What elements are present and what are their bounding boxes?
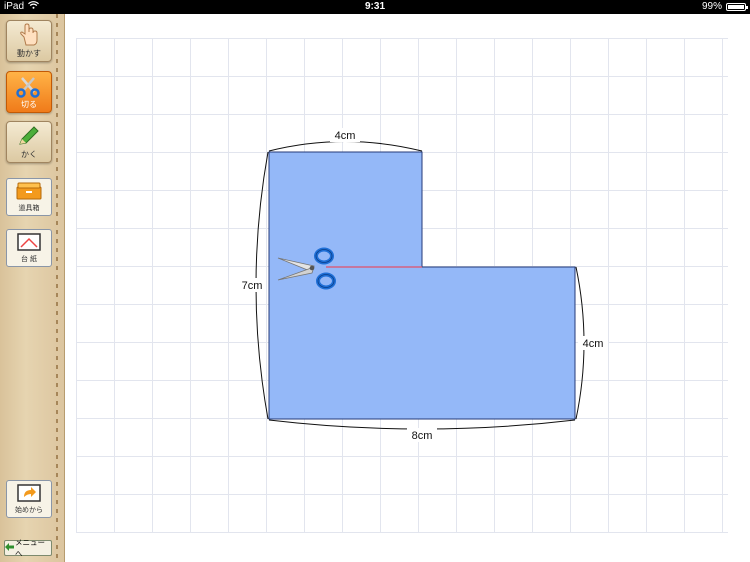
l-shape[interactable] [268,151,576,420]
dim-top-label: 4cm [335,130,356,142]
scissors-icon [16,72,42,99]
sidebar-stitch [56,14,58,562]
status-bar: iPad 9:31 99% [0,0,750,14]
tool-move-label: 動かす [17,49,41,58]
toolbox-label: 道具箱 [18,205,40,212]
hand-icon [18,21,40,48]
tool-draw-label: かく [21,150,37,159]
tool-cut-button[interactable]: 切る [6,71,52,113]
board-button[interactable]: 台 紙 [6,229,52,267]
dim-right-label: 4cm [583,338,604,350]
tool-cut-label: 切る [21,100,37,109]
back-arrow-icon [5,543,14,553]
menu-label: メニューへ [15,538,45,558]
pencil-icon [17,122,41,149]
board-label: 台 紙 [21,256,37,263]
tool-draw-button[interactable]: かく [6,121,52,163]
toolbox-button[interactable]: 道具箱 [6,178,52,216]
restart-label: 始めから [15,507,43,514]
battery-percent: 99% [701,1,722,12]
clock: 9:31 [364,1,385,12]
battery-icon [726,2,748,11]
dim-left-label: 7cm [242,280,263,292]
board-icon [16,230,42,254]
menu-button[interactable]: メニューへ [4,538,52,558]
restart-button[interactable]: 始めから [6,480,52,518]
dim-bottom-label: 8cm [412,430,433,442]
app-window: 動かす 切る かく 道具箱 台 紙 始めから メニューへ 4cm 7cm 4cm… [0,14,750,562]
toolbox-icon [16,179,42,203]
sidebar: 動かす 切る かく 道具箱 台 紙 始めから メニューへ [0,14,65,562]
drawing-canvas[interactable]: 4cm 7cm 4cm 8cm [76,38,729,534]
tool-move-button[interactable]: 動かす [6,20,52,62]
restart-icon [16,481,42,505]
